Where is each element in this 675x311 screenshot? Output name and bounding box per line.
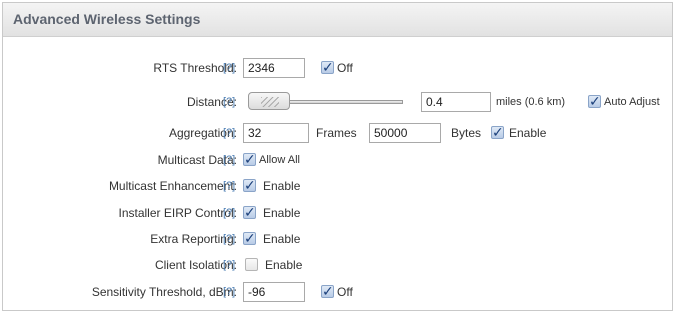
- rts-threshold-input[interactable]: [243, 58, 305, 78]
- multicast-allow-all-label: Allow All: [259, 154, 300, 166]
- installer-eirp-label: Installer EIRP Control:: [118, 206, 238, 220]
- sensitivity-off-label: Off: [337, 285, 353, 299]
- distance-slider-handle[interactable]: [248, 92, 290, 110]
- auto-adjust-label: Auto Adjust: [604, 96, 660, 108]
- distance-help-link[interactable]: [?]: [223, 91, 235, 113]
- extra-reporting-help-link[interactable]: [?]: [223, 228, 235, 250]
- panel-title: Advanced Wireless Settings: [13, 11, 201, 27]
- multicast-enhancement-label: Multicast Enhancement:: [108, 179, 237, 193]
- client-isolation-help-link[interactable]: [?]: [223, 254, 235, 276]
- rts-threshold-row: RTS Threshold: [?] Off: [3, 57, 672, 79]
- extra-reporting-checkbox[interactable]: [243, 228, 256, 250]
- multicast-allow-all-checkbox[interactable]: [243, 149, 256, 171]
- frames-label: Frames: [316, 126, 357, 140]
- aggregation-help-link[interactable]: [?]: [223, 122, 235, 144]
- aggregation-enable-label: Enable: [509, 126, 547, 140]
- advanced-wireless-panel: Advanced Wireless Settings RTS Threshold…: [2, 2, 673, 311]
- distance-input[interactable]: [421, 92, 491, 112]
- multicast-enhancement-enable-label: Enable: [263, 179, 301, 193]
- aggregation-bytes-input[interactable]: [369, 123, 441, 143]
- sensitivity-off-checkbox[interactable]: [321, 281, 334, 303]
- client-isolation-row: Client Isolation: [?] Enable: [3, 254, 672, 276]
- installer-eirp-row: Installer EIRP Control: [?] Enable: [3, 202, 672, 224]
- installer-eirp-enable-label: Enable: [263, 206, 301, 220]
- aggregation-frames-input[interactable]: [243, 123, 309, 143]
- sensitivity-help-link[interactable]: [?]: [223, 281, 235, 303]
- aggregation-enable-checkbox[interactable]: [491, 122, 504, 144]
- multicast-enhancement-checkbox[interactable]: [243, 175, 256, 197]
- distance-slider-track[interactable]: [290, 100, 403, 104]
- distance-units: miles (0.6 km): [496, 96, 566, 108]
- client-isolation-enable-label: Enable: [265, 258, 303, 272]
- sensitivity-threshold-input[interactable]: [243, 282, 305, 302]
- sensitivity-threshold-row: Sensitivity Threshold, dBm: [?] Off: [3, 281, 672, 303]
- sensitivity-threshold-label: Sensitivity Threshold, dBm:: [91, 285, 237, 299]
- client-isolation-checkbox[interactable]: [245, 258, 258, 271]
- bytes-label: Bytes: [451, 126, 482, 140]
- multicast-enhancement-row: Multicast Enhancement: [?] Enable: [3, 175, 672, 197]
- rts-off-label: Off: [337, 61, 353, 75]
- distance-row: Distance: [?] miles (0.6 km) Auto Adjust: [3, 91, 672, 113]
- extra-reporting-row: Extra Reporting: [?] Enable: [3, 228, 672, 250]
- multicast-data-help-link[interactable]: [?]: [223, 149, 235, 171]
- installer-eirp-checkbox[interactable]: [243, 202, 256, 224]
- multicast-data-row: Multicast Data: [?] Allow All: [3, 149, 672, 171]
- installer-eirp-help-link[interactable]: [?]: [223, 202, 235, 224]
- grip-icon: [261, 97, 279, 107]
- multicast-enhancement-help-link[interactable]: [?]: [223, 175, 235, 197]
- rts-off-checkbox[interactable]: [321, 57, 334, 79]
- panel-header: Advanced Wireless Settings: [3, 3, 672, 37]
- aggregation-row: Aggregation: [?] Frames Bytes Enable: [3, 122, 672, 144]
- auto-adjust-checkbox[interactable]: [588, 91, 601, 113]
- rts-help-link[interactable]: [?]: [223, 57, 235, 79]
- extra-reporting-enable-label: Enable: [263, 232, 301, 246]
